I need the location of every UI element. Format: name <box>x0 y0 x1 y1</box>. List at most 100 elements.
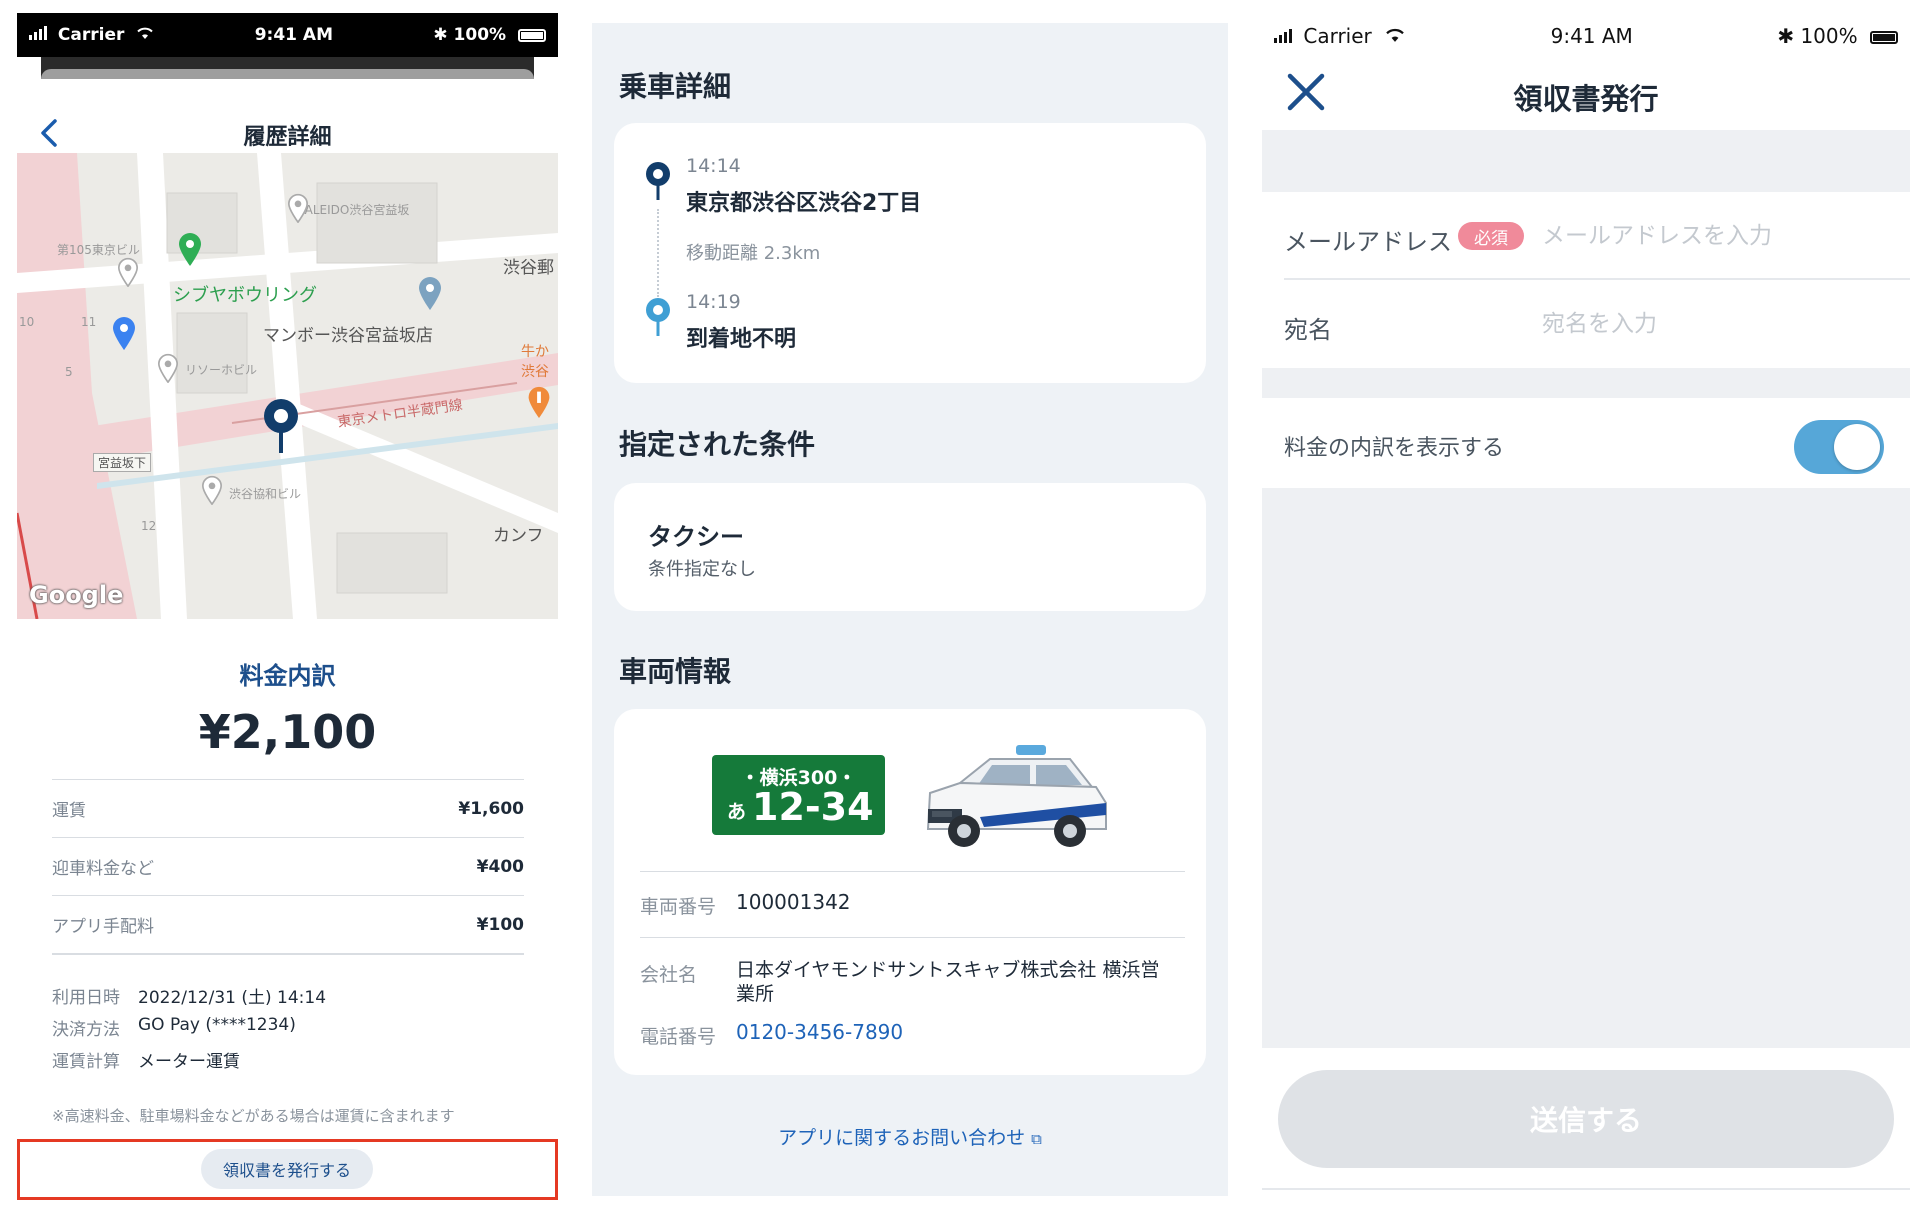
phone-link[interactable]: 0120-3456-7890 <box>736 1020 903 1044</box>
name-row: 宛名 <box>1262 280 1910 368</box>
map-pin-icon <box>117 257 139 287</box>
page-title: 履歴詳細 <box>243 125 332 150</box>
sheet-grabber <box>41 57 534 79</box>
route-card: 14:14 東京都渋谷区渋谷2丁目 移動距離 2.3km 14:19 到着地不明 <box>614 123 1206 383</box>
map-pin-icon <box>419 277 441 310</box>
status-time: 9:41 AM <box>1550 24 1633 48</box>
fee-row: 迎車料金など ¥400 <box>52 837 524 895</box>
section-title: 指定された条件 <box>619 428 816 461</box>
map-label: リソーホビル <box>185 363 258 377</box>
map-label: カンフ <box>493 526 544 546</box>
signal-icon <box>29 26 47 40</box>
receipt-issue-screen: Carrier 9:41 AM ✱ 100% 領収書発行 メールアドレス 必須 … <box>1262 18 1910 1198</box>
wifi-icon <box>1386 28 1404 42</box>
meta-row: 利用日時 2022/12/31 (土) 14:14 <box>52 983 524 1008</box>
condition-sub: 条件指定なし <box>648 559 756 580</box>
plate-hiragana: あ <box>727 801 747 823</box>
fee-total: ¥2,100 <box>198 705 377 759</box>
status-bar: Carrier 9:41 AM ✱ 100% <box>17 13 558 57</box>
toggle-knob <box>1834 424 1880 470</box>
license-plate: ・横浜300・ あ 12-34 <box>712 755 885 835</box>
pickup-pin-icon <box>264 399 298 453</box>
ride-detail-screen: 乗車詳細 14:14 東京都渋谷区渋谷2丁目 移動距離 2.3km 14:19 … <box>592 23 1228 1196</box>
required-badge: 必須 <box>1458 222 1524 250</box>
map-label: 宮益坂下 <box>93 453 152 472</box>
signal-icon <box>1274 29 1292 43</box>
email-field[interactable] <box>1542 218 1882 254</box>
map-pin-icon <box>201 475 223 505</box>
fee-row-label: 運賃 <box>52 801 86 821</box>
map-pin-icon <box>157 353 179 383</box>
fee-row-value: ¥400 <box>476 856 524 877</box>
fee-row: 運賃 ¥1,600 <box>52 779 524 837</box>
plate-number: 12-34 <box>752 785 874 829</box>
map-label: KALEIDO渋谷宮益坂 <box>297 203 410 217</box>
fee-row-label: 迎車料金など <box>52 859 154 879</box>
dropoff-place: 到着地不明 <box>686 327 797 352</box>
map-pin-icon <box>287 193 309 223</box>
route-map[interactable]: KALEIDO渋谷宮益坂 第105東京ビル シブヤボウリング 渋谷郵 マンボー渋… <box>17 153 558 619</box>
fee-row: アプリ手配料 ¥100 <box>52 895 524 953</box>
vehicle-row: 車両番号 100001342 <box>640 871 1185 937</box>
battery-icon <box>518 28 546 42</box>
meta-label: 利用日時 <box>52 988 120 1008</box>
send-button[interactable]: 送信する <box>1278 1070 1894 1168</box>
status-bar: Carrier 9:41 AM ✱ 100% <box>1262 18 1910 54</box>
fee-row-value: ¥1,600 <box>458 798 524 819</box>
map-label: 渋谷郵 <box>503 258 554 278</box>
bluetooth-icon: ✱ <box>433 25 448 45</box>
carrier-label: Carrier <box>57 25 125 45</box>
vehicle-row-label: 電話番号 <box>640 1026 717 1048</box>
content-background <box>1262 488 1910 1048</box>
meta-row: 決済方法 GO Pay (****1234) <box>52 1015 524 1040</box>
wifi-icon <box>137 27 154 39</box>
pickup-time: 14:14 <box>686 155 741 177</box>
name-field[interactable] <box>1542 306 1882 342</box>
inquiry-label: アプリに関するお問い合わせ <box>778 1127 1026 1149</box>
bluetooth-icon: ✱ <box>1777 24 1795 48</box>
restaurant-pin-icon <box>528 386 550 419</box>
vehicle-row: 会社名 日本ダイヤモンドサントスキャブ株式会社 横浜営業所 電話番号 0120-… <box>640 937 1185 1061</box>
app-inquiry-link[interactable]: アプリに関するお問い合わせ ⧉ <box>592 1123 1228 1150</box>
condition-title: タクシー <box>648 523 744 551</box>
taxi-icon <box>926 745 1107 847</box>
toggle-label: 料金の内訳を表示する <box>1284 436 1505 461</box>
fee-row-label: アプリ手配料 <box>52 917 154 937</box>
section-gap <box>1262 368 1910 398</box>
map-label: 11 <box>81 315 97 329</box>
map-label: 5 <box>65 365 73 379</box>
route-connector <box>657 209 659 297</box>
vehicle-row-label: 会社名 <box>640 964 698 986</box>
page-title: 領収書発行 <box>1513 82 1659 116</box>
meta-value: メーター運賃 <box>138 1052 240 1072</box>
vehicle-row-value: 日本ダイヤモンドサントスキャブ株式会社 横浜営業所 <box>736 959 1160 1005</box>
google-logo: Google <box>29 581 124 609</box>
footer: 送信する <box>1262 1050 1910 1190</box>
divider <box>1262 1188 1910 1190</box>
meta-label: 運賃計算 <box>52 1052 120 1072</box>
meta-value: 2022/12/31 (土) 14:14 <box>138 988 327 1008</box>
map-label: 牛か渋谷 <box>521 344 549 380</box>
external-link-icon: ⧉ <box>1031 1130 1042 1148</box>
issue-receipt-button[interactable]: 領収書を発行する <box>201 1149 373 1189</box>
map-pin-icon <box>113 317 135 350</box>
status-time: 9:41 AM <box>254 25 333 45</box>
vehicle-row-value: 100001342 <box>736 890 851 914</box>
pickup-pin-icon <box>646 162 670 200</box>
carrier-label: Carrier <box>1303 24 1372 48</box>
map-label: マンボー渋谷宮益坂店 <box>263 326 433 346</box>
map-label: 第105東京ビル <box>57 243 140 257</box>
battery-percent: 100% <box>453 25 507 45</box>
fee-note: ※高速料金、駐車場料金などがある場合は運賃に含まれます <box>52 1107 455 1125</box>
name-label: 宛名 <box>1284 316 1332 344</box>
email-row: メールアドレス 必須 <box>1262 192 1910 280</box>
section-title: 乗車詳細 <box>619 70 732 103</box>
map-label: 10 <box>19 315 35 329</box>
pickup-place: 東京都渋谷区渋谷2丁目 <box>686 191 922 216</box>
section-gap <box>1262 130 1910 192</box>
divider <box>52 953 524 955</box>
condition-card: タクシー 条件指定なし <box>614 483 1206 611</box>
meta-value: GO Pay (****1234) <box>138 1015 296 1035</box>
show-breakdown-toggle[interactable] <box>1794 420 1884 474</box>
section-title: 車両情報 <box>619 655 732 688</box>
